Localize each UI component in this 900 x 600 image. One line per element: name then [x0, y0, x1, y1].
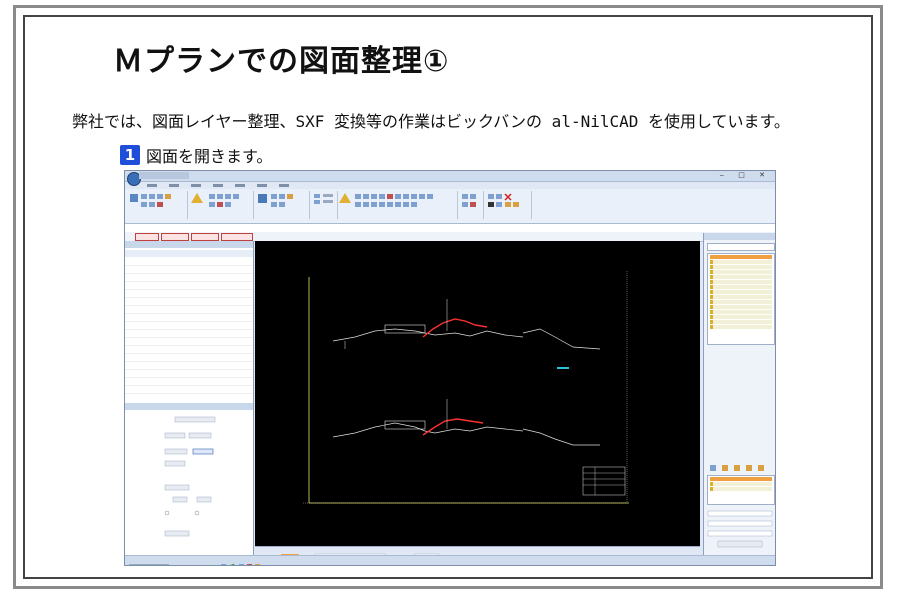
page-title: Ｍプランでの図面整理①: [113, 44, 450, 79]
layer-panel: [703, 233, 775, 563]
ribbon-icons-6: [462, 194, 476, 207]
layer-panel-header: [704, 233, 775, 240]
layer-dropdown: [707, 243, 775, 251]
ribbon-icons-5: [339, 193, 433, 207]
ribbon-group-6: [459, 191, 484, 219]
left-panel-columns: [125, 250, 253, 257]
left-panel: [125, 241, 254, 555]
ribbon-group-2: [189, 191, 254, 219]
layer-list: [707, 253, 775, 345]
status-icons: [129, 564, 260, 565]
ribbon-icons-3: [258, 194, 293, 207]
window-controls: ‒ □ ✕: [719, 171, 771, 179]
ribbon-group-7: [485, 191, 532, 219]
ribbon-group-3: [255, 191, 310, 219]
property-panel-header: [125, 403, 253, 410]
ribbon-group-4: [311, 191, 338, 219]
sublayer-list: [707, 475, 775, 505]
ribbon-group-1: [127, 191, 188, 219]
intro-text: 弊社では、図面レイヤー整理、SXF 変換等の作業はビックバンの al-NilCA…: [72, 112, 790, 131]
ribbon-icons-7: [488, 193, 519, 207]
left-panel-header: [125, 241, 253, 248]
cad-app-screenshot: ‒ □ ✕: [124, 170, 776, 566]
cad-drawing: [303, 271, 629, 504]
quick-access-toolbar: [139, 172, 189, 179]
layer-panel-controls: [707, 510, 773, 548]
app-ribbon: [125, 189, 775, 224]
app-menubar: [141, 181, 775, 189]
ribbon-icons-4: [314, 194, 333, 204]
step-number-badge: 1: [120, 145, 140, 165]
app-statusbar: [125, 555, 775, 565]
property-panel-controls: [164, 416, 216, 537]
ribbon-icons-1: [130, 194, 171, 207]
step-text: 図面を開きます。: [146, 147, 273, 166]
ribbon-icons-2: [191, 193, 239, 207]
step-1: 1 図面を開きます。: [120, 144, 272, 166]
left-panel-grid: [125, 258, 253, 398]
layer-tool-icons: [710, 465, 764, 471]
drawing-canvas[interactable]: [255, 241, 700, 546]
ribbon-group-5: [339, 191, 458, 219]
